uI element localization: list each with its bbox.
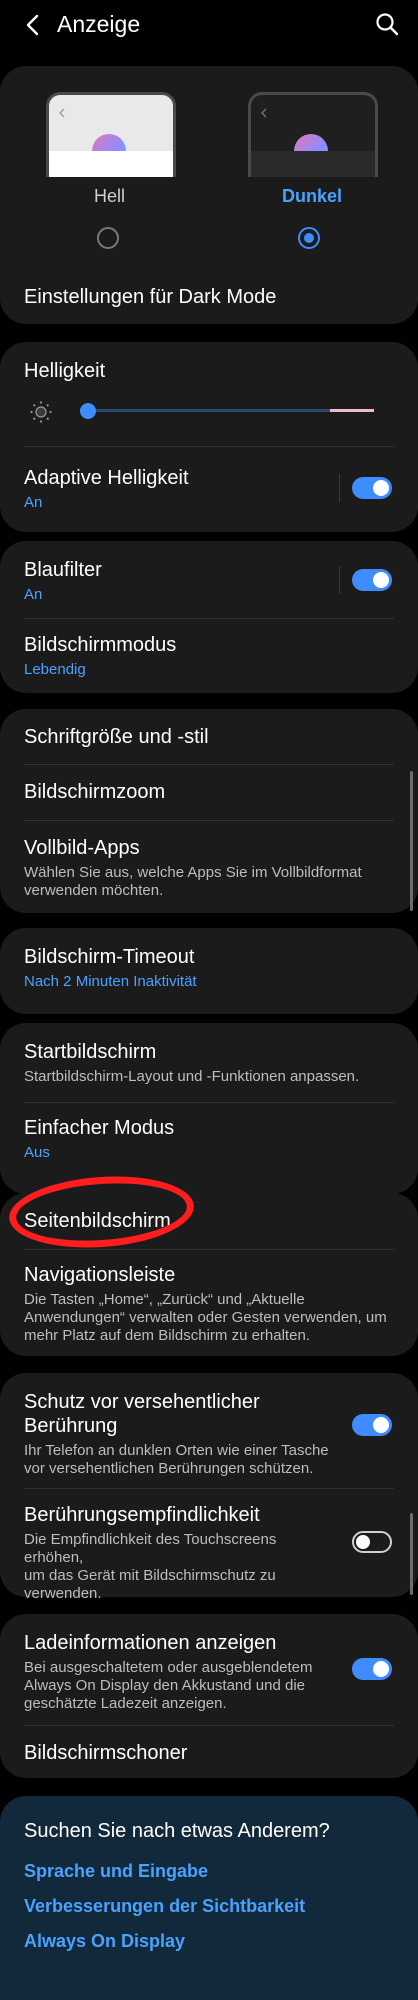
link-always-on-display[interactable]: Always On Display (24, 1931, 185, 1952)
charging-info-toggle[interactable] (352, 1658, 392, 1680)
blue-filter-toggle[interactable] (352, 569, 392, 591)
charging-info-desc-1: Bei ausgeschaltetem oder ausgeblendetem (24, 1659, 313, 1676)
touch-card: Schutz vor versehentlicher Berührung Ihr… (0, 1373, 418, 1602)
font-card: Schriftgröße und -stil Bildschirmzoom Vo… (0, 709, 418, 913)
divider (24, 1249, 394, 1250)
brightness-card: Helligkeit Adaptive Helligkeit An (0, 342, 418, 532)
suggestions-panel: Suchen Sie nach etwas Anderem? Sprache u… (0, 1796, 418, 2000)
preview-back-icon (59, 108, 65, 118)
divider (24, 446, 394, 447)
divider (24, 1725, 394, 1726)
charging-info-label: Ladeinformationen anzeigen (24, 1632, 277, 1654)
accidental-touch-row[interactable]: Schutz vor versehentlicher Berührung Ihr… (24, 1390, 338, 1478)
easy-mode-label: Einfacher Modus (24, 1117, 175, 1139)
navigation-bar-desc-3: mehr Platz auf dem Bildschirm zu erhalte… (24, 1327, 310, 1344)
search-icon[interactable] (374, 11, 400, 37)
preview-panel (251, 151, 375, 177)
display-mode-card: Blaufilter An Bildschirmmodus Lebendig (0, 541, 418, 693)
back-arrow-icon[interactable] (18, 10, 48, 40)
dark-radio[interactable] (298, 227, 320, 249)
accidental-touch-label-2: Berührung (24, 1415, 118, 1437)
accidental-touch-toggle[interactable] (352, 1414, 392, 1436)
divider (24, 618, 394, 619)
dark-mode-settings[interactable]: Einstellungen für Dark Mode (24, 285, 394, 309)
touch-sensitivity-desc-3: verwenden. (24, 1585, 102, 1602)
navigation-bar-label: Navigationsleiste (24, 1264, 176, 1286)
suggestions-title: Suchen Sie nach etwas Anderem? (24, 1820, 330, 1842)
divider (24, 820, 394, 821)
divider (24, 764, 394, 765)
screen-mode-label: Bildschirmmodus (24, 634, 177, 656)
brightness-slider-thumb[interactable] (79, 403, 96, 419)
light-label: Hell (94, 186, 126, 206)
link-language-input[interactable]: Sprache und Eingabe (24, 1861, 208, 1882)
divider (24, 1488, 394, 1489)
brightness-label: Helligkeit (24, 360, 106, 382)
home-screen-label: Startbildschirm (24, 1041, 157, 1063)
theme-card: Hell Dunkel Einstellungen für Dark Mode (0, 66, 418, 324)
fullscreen-apps-desc-2: verwenden möchten. (24, 882, 164, 899)
divider (24, 1102, 394, 1103)
screen-zoom[interactable]: Bildschirmzoom (24, 780, 394, 804)
charging-info-desc-2: Always On Display den Akkustand und die (24, 1677, 305, 1694)
charging-info-desc-3: geschätzte Ladezeit anzeigen. (24, 1695, 227, 1712)
accidental-touch-label-1: Schutz vor versehentlicher (24, 1391, 260, 1413)
dark-label: Dunkel (282, 186, 343, 206)
brightness-track-end (330, 409, 374, 412)
font-size-style[interactable]: Schriftgröße und -stil (24, 725, 394, 749)
page-title: Anzeige (57, 11, 141, 37)
screensaver[interactable]: Bildschirmschoner (24, 1741, 394, 1765)
brightness-track[interactable] (80, 409, 330, 412)
separator (339, 474, 340, 502)
timeout-card: Bildschirm-Timeout Nach 2 Minuten Inakti… (0, 928, 418, 1014)
screen-timeout-status: Nach 2 Minuten Inaktivität (24, 973, 197, 990)
charging-card: Ladeinformationen anzeigen Bei ausgescha… (0, 1614, 418, 1778)
touch-sensitivity-desc-1: Die Empfindlichkeit des Touchscreens erh… (24, 1531, 277, 1566)
touch-sensitivity-desc-2: um das Gerät mit Bildschirmschutz zu (24, 1567, 276, 1584)
light-radio[interactable] (97, 227, 119, 249)
navigation-bar-row[interactable]: Navigationsleiste Die Tasten „Home“, „Zu… (24, 1263, 394, 1345)
brightness-sun-icon (30, 401, 52, 423)
easy-mode-status: Aus (24, 1144, 50, 1161)
screen-timeout-row[interactable]: Bildschirm-Timeout Nach 2 Minuten Inakti… (24, 945, 394, 991)
preview-panel (49, 151, 173, 177)
fullscreen-apps-desc-1: Wählen Sie aus, welche Apps Sie im Vollb… (24, 864, 362, 881)
light-theme-preview[interactable] (46, 92, 176, 177)
touch-sensitivity-label: Berührungsempfindlichkeit (24, 1504, 260, 1526)
charging-info-row[interactable]: Ladeinformationen anzeigen Bei ausgescha… (24, 1631, 338, 1713)
accidental-touch-desc-2: vor versehentlichen Berührungen schützen… (24, 1460, 314, 1477)
accidental-touch-desc-1: Ihr Telefon an dunklen Orten wie einer T… (24, 1442, 329, 1459)
touch-sensitivity-row[interactable]: Berührungsempfindlichkeit Die Empfindlic… (24, 1503, 338, 1603)
home-screen-row[interactable]: Startbildschirm Startbildschirm-Layout u… (24, 1040, 394, 1086)
scrollbar[interactable] (410, 1513, 413, 1595)
separator (339, 566, 340, 594)
screen-mode-row[interactable]: Bildschirmmodus Lebendig (24, 633, 394, 679)
preview-back-icon (261, 108, 267, 118)
navigation-bar-desc-1: Die Tasten „Home“, „Zurück“ und „Aktuell… (24, 1291, 305, 1308)
link-visibility-enhancements[interactable]: Verbesserungen der Sichtbarkeit (24, 1896, 305, 1917)
easy-mode-row[interactable]: Einfacher Modus Aus (24, 1116, 394, 1162)
home-card: Startbildschirm Startbildschirm-Layout u… (0, 1023, 418, 1194)
navigation-bar-desc-2: Anwendungen“ verwalten oder Gesten verwe… (24, 1309, 387, 1326)
scrollbar[interactable] (410, 771, 413, 911)
fullscreen-apps-row[interactable]: Vollbild-Apps Wählen Sie aus, welche App… (24, 836, 394, 900)
screen-timeout-label: Bildschirm-Timeout (24, 946, 195, 968)
adaptive-brightness-toggle[interactable] (352, 477, 392, 499)
touch-sensitivity-toggle[interactable] (352, 1531, 392, 1553)
dark-theme-preview[interactable] (248, 92, 378, 177)
app-bar: Anzeige (0, 0, 418, 52)
home-screen-desc: Startbildschirm-Layout und -Funktionen a… (24, 1068, 360, 1085)
screen-mode-status: Lebendig (24, 661, 86, 678)
fullscreen-apps-label: Vollbild-Apps (24, 837, 140, 859)
